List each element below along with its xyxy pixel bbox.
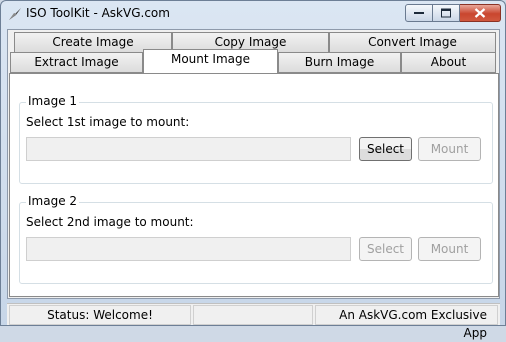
app-window: ISO ToolKit - AskVG.com Create Image Cop…	[0, 0, 506, 340]
image1-legend: Image 1	[26, 94, 80, 108]
image1-select-button[interactable]: Select	[359, 137, 412, 161]
status-credit: An AskVG.com Exclusive App	[315, 305, 498, 340]
maximize-icon	[441, 8, 451, 18]
window-title: ISO ToolKit - AskVG.com	[26, 6, 170, 20]
status-spacer	[193, 305, 313, 325]
image1-mount-button[interactable]: Mount	[418, 137, 481, 161]
image1-group: Image 1 Select 1st image to mount: Selec…	[19, 94, 493, 184]
maximize-button[interactable]	[433, 4, 460, 22]
minimize-icon	[414, 12, 424, 14]
image2-prompt: Select 2nd image to mount:	[26, 215, 194, 229]
image2-mount-button[interactable]: Mount	[418, 237, 481, 261]
mount-image-panel: Image 1 Select 1st image to mount: Selec…	[9, 73, 499, 297]
image2-path-field[interactable]	[26, 237, 351, 261]
status-bar: Status: Welcome! An AskVG.com Exclusive …	[7, 303, 500, 340]
minimize-button[interactable]	[405, 4, 433, 22]
app-logo-icon	[7, 6, 23, 22]
image2-legend: Image 2	[26, 194, 80, 208]
tab-burn-image[interactable]: Burn Image	[278, 52, 401, 73]
close-button[interactable]	[460, 4, 501, 22]
tab-convert-image[interactable]: Convert Image	[329, 32, 496, 53]
image2-select-button[interactable]: Select	[359, 237, 412, 261]
image1-path-field[interactable]	[26, 137, 351, 161]
status-text: Status: Welcome!	[9, 305, 191, 325]
close-icon	[474, 8, 486, 18]
image1-prompt: Select 1st image to mount:	[26, 115, 190, 129]
tab-mount-image[interactable]: Mount Image	[143, 49, 278, 73]
tab-extract-image[interactable]: Extract Image	[10, 52, 143, 73]
tab-about[interactable]: About	[401, 52, 496, 73]
title-bar[interactable]: ISO ToolKit - AskVG.com	[1, 1, 505, 27]
image2-group: Image 2 Select 2nd image to mount: Selec…	[19, 194, 493, 284]
